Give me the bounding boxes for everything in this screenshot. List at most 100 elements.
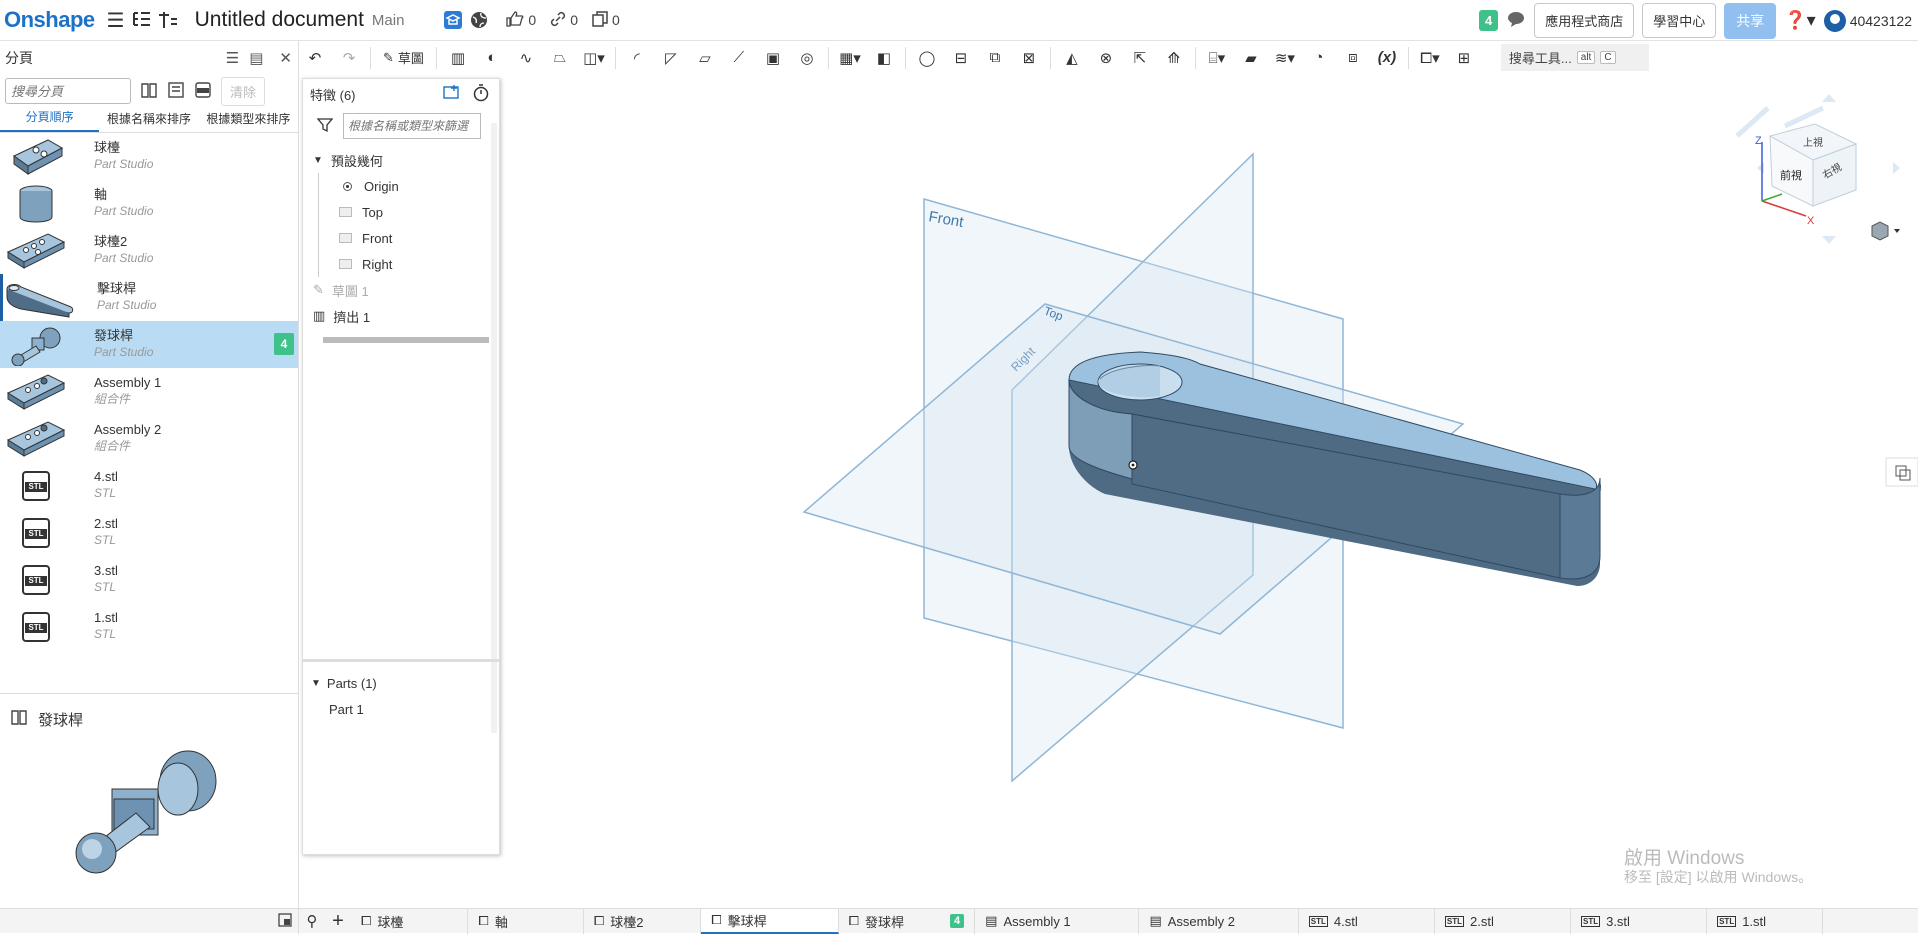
chamfer-icon[interactable]: ◸ [656,44,686,72]
view-options-icon[interactable] [1871,221,1900,241]
tab-search-input[interactable] [5,78,131,104]
extrude-icon[interactable]: ▥ [443,44,473,72]
list-item[interactable]: STL 2.stl STL [0,509,298,556]
document-tab[interactable]: ⧠ 軸 [468,908,584,934]
document-tab[interactable]: ⧠ 球檯2 [584,908,702,934]
document-tab[interactable]: STL 3.stl [1571,908,1708,934]
list-item[interactable]: Assembly 1 組合件 [0,368,298,415]
scrollbar[interactable] [491,123,497,733]
move-face-icon[interactable]: ⇱ [1125,44,1155,72]
undo-icon[interactable]: ↶ [300,44,330,72]
sort-tab-name[interactable]: 根據名稱來排序 [99,110,198,132]
workspace-label[interactable]: Main [372,12,405,29]
globe-icon[interactable] [466,7,492,33]
document-title[interactable]: Untitled document [195,8,364,32]
boolean-icon[interactable]: ◯ [912,44,942,72]
tree-item-extrude1[interactable]: ▥ 擠出 1 [313,303,499,329]
modify-fillet-icon[interactable]: ◭ [1057,44,1087,72]
pattern-icon[interactable]: ▦▾ [835,44,865,72]
add-feature-folder-icon[interactable] [443,84,461,105]
parts-folder[interactable]: ▼ Parts (1) [303,670,499,696]
user-menu[interactable]: 40423122 [1823,9,1912,32]
clear-button[interactable]: 清除 [221,76,266,106]
redo-icon[interactable]: ↷ [334,44,364,72]
replace-face-icon[interactable]: ⟰ [1159,44,1189,72]
plane-icon[interactable]: ▰ [1236,44,1266,72]
feature-filter-input[interactable] [343,113,481,139]
tree-item-origin[interactable]: Origin [319,173,499,199]
draft-icon[interactable]: ▱ [690,44,720,72]
tree-item-top[interactable]: Top [319,199,499,225]
list-item[interactable]: STL 4.stl STL [0,462,298,509]
document-tab-active[interactable]: ⧠ 擊球桿 [701,908,839,934]
search-tools-input[interactable]: 搜尋工具... alt C [1500,44,1649,71]
delete-part-icon[interactable]: ⊠ [1014,44,1044,72]
education-icon[interactable] [440,7,466,33]
document-tab[interactable]: ⧠ 發球桿 4 [839,908,976,934]
sketch-button[interactable]: ✎ 草圖 [377,48,430,67]
tree-item-sketch1[interactable]: ✎ 草圖 1 [313,277,499,303]
section-icon[interactable]: ⧈ [1338,44,1368,72]
document-tab[interactable]: ▤ Assembly 1 [975,908,1140,934]
list-item[interactable]: Assembly 2 組合件 [0,415,298,462]
mirror-icon[interactable]: ◧ [869,44,899,72]
onshape-logo[interactable]: Onshape [4,7,95,33]
share-button[interactable]: 共享 [1724,2,1777,39]
document-tab[interactable]: STL 1.stl [1707,908,1824,934]
tree-icon[interactable] [129,7,155,33]
delete-face-icon[interactable]: ⊗ [1091,44,1121,72]
add-custom-feature-icon[interactable]: ⊞ [1449,44,1479,72]
loft-icon[interactable]: ⏢ [545,44,575,72]
revolve-icon[interactable]: ◐ [477,44,507,72]
help-icon[interactable]: ❓▾ [1784,10,1815,31]
menu-icon[interactable]: ☰ [103,7,129,33]
chevron-down-icon[interactable]: ▼ [313,155,323,166]
rib-icon[interactable]: ⟋ [724,44,754,72]
like-icon[interactable] [506,10,524,30]
learning-center-button[interactable]: 學習中心 [1642,3,1717,38]
comment-icon[interactable] [1506,10,1526,31]
rollback-bar[interactable] [323,337,489,343]
sheet-metal-icon[interactable]: ⧠▾ [1415,44,1445,72]
measure-icon[interactable]: ◔ [1304,44,1334,72]
link-icon[interactable] [550,11,566,30]
close-icon[interactable]: ✕ [279,49,292,67]
thicken-icon[interactable]: ◫▾ [579,44,609,72]
document-tab[interactable]: ▤ Assembly 2 [1139,908,1299,934]
sort-tab-order[interactable]: 分頁順序 [0,108,100,132]
transform-icon[interactable]: ⧉ [980,44,1010,72]
graphics-area[interactable]: Front Right Top 上視 前視 右視 Z X [500,74,1918,908]
surface-icon[interactable]: ⌸▾ [1202,44,1232,72]
stl-filter-icon[interactable] [194,81,212,102]
sort-tab-type[interactable]: 根據類型來排序 [199,110,298,132]
list-item[interactable]: 球檯2 Part Studio [0,227,298,274]
fillet-icon[interactable]: ◜ [622,44,652,72]
filter-icon[interactable] [316,117,334,136]
list-item[interactable]: 擊球桿 Part Studio [0,274,298,321]
variable-icon[interactable]: (x) [1372,44,1402,72]
default-geometry-folder[interactable]: ▼ 預設幾何 [313,147,499,173]
list-item[interactable]: 發球桿 Part Studio 4 [0,321,298,368]
tab-search-icon[interactable]: ⚲ [299,907,325,935]
tree-item-front[interactable]: Front [319,225,499,251]
mate-connector-icon[interactable]: ≋▾ [1270,44,1300,72]
model-canvas[interactable]: Front Right Top 上視 前視 右視 Z X [500,74,1918,908]
sweep-icon[interactable]: ∿ [511,44,541,72]
app-store-button[interactable]: 應用程式商店 [1534,3,1635,38]
view-cube[interactable]: 上視 前視 右視 Z X [1735,94,1900,244]
collapse-panel-icon[interactable] [278,912,292,930]
configuration-panel-icon[interactable] [1885,457,1918,487]
add-tab-icon[interactable]: + [325,907,351,935]
list-item[interactable]: STL 3.stl STL [0,556,298,603]
hole-icon[interactable]: ◎ [792,44,822,72]
document-tab[interactable]: STL 4.stl [1299,908,1435,934]
rebuild-timer-icon[interactable] [473,83,489,105]
document-tab[interactable]: STL 2.stl [1435,908,1571,934]
list-item[interactable]: 球檯 Part Studio [0,133,298,180]
thumbnail-view-icon[interactable]: ▤ [249,49,263,67]
chevron-down-icon[interactable]: ▼ [311,678,321,689]
part-studio-filter-icon[interactable] [140,81,158,102]
copy-icon[interactable] [592,10,608,30]
notification-badge[interactable]: 4 [1478,10,1499,31]
split-icon[interactable]: ⊟ [946,44,976,72]
